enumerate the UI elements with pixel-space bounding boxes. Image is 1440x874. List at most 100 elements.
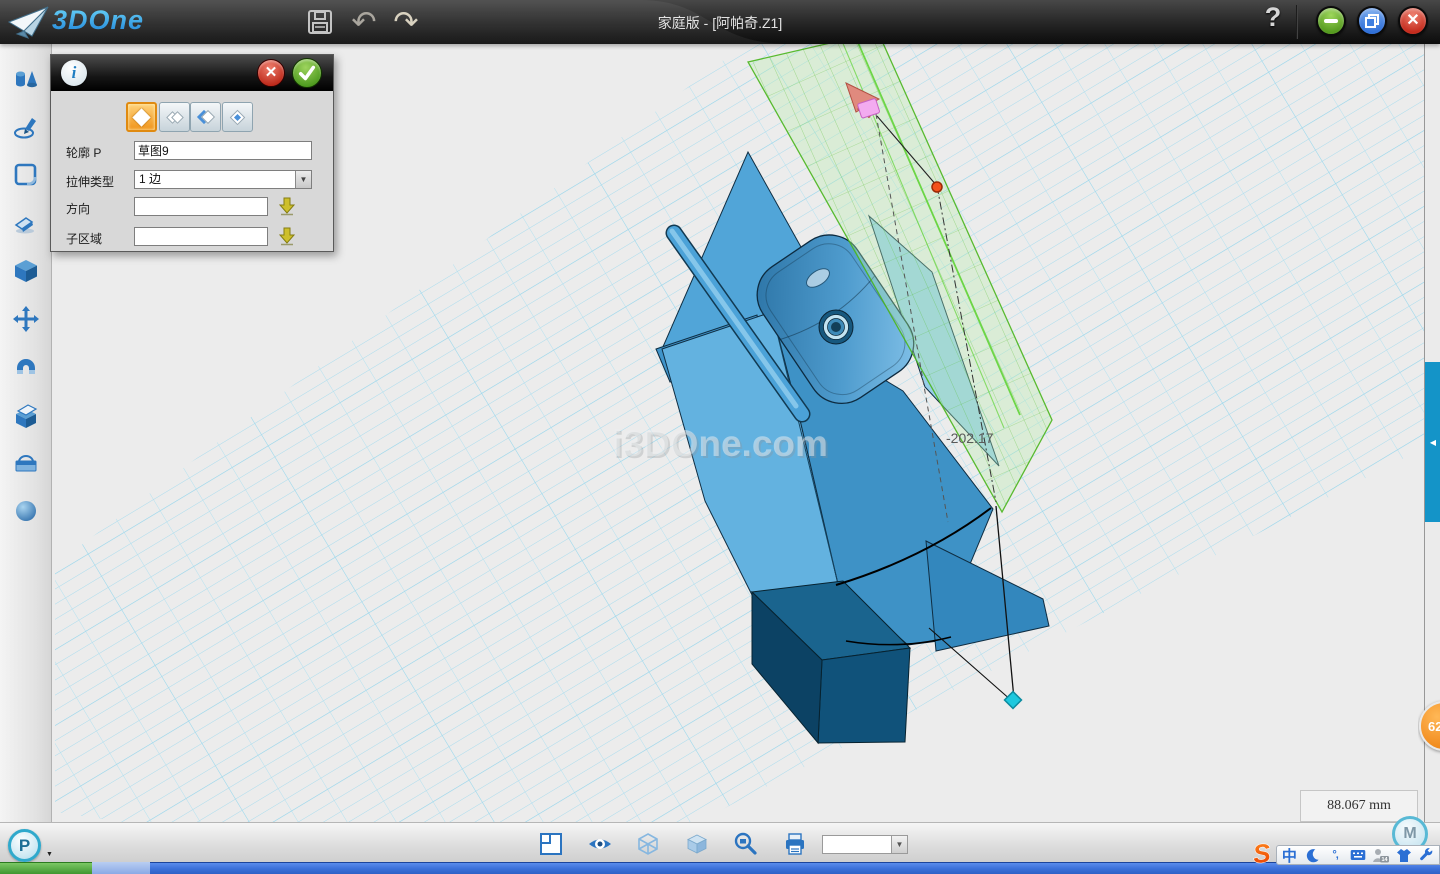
- quick-menu-caret-icon[interactable]: ▼: [46, 851, 53, 858]
- minimize-button[interactable]: [1316, 6, 1346, 36]
- sidebar-tool-render[interactable]: [12, 497, 40, 525]
- profile-label: 轮廓 P: [66, 144, 101, 161]
- user-icon: 14: [1372, 848, 1389, 863]
- anchor-point-marker[interactable]: [932, 182, 942, 192]
- sphere-icon: [12, 497, 40, 525]
- diamond-solid-icon: [132, 108, 150, 126]
- zoom-view-button[interactable]: [733, 831, 761, 859]
- sidebar-tool-sketch[interactable]: [12, 113, 40, 141]
- profile-input[interactable]: [134, 141, 312, 160]
- tool-sidebar: [0, 44, 52, 822]
- section-box-icon: [12, 449, 40, 477]
- shirt-icon: [1396, 848, 1412, 863]
- view-preset-combobox[interactable]: ▼: [822, 835, 908, 854]
- direction-label: 方向: [66, 200, 90, 217]
- sidebar-tool-primitives[interactable]: [12, 65, 40, 93]
- chevron-left-icon: ◀: [1430, 438, 1436, 447]
- confirm-button[interactable]: [292, 58, 322, 88]
- extrude-dialog: i ✕ 轮廓 P 拉伸类型 1 边 ▼ 方向 子区域: [50, 54, 334, 252]
- endpoint-diamond-marker[interactable]: [1005, 692, 1022, 709]
- sidebar-tool-special-edit[interactable]: [12, 209, 40, 237]
- cancel-button[interactable]: ✕: [257, 59, 285, 87]
- quick-menu-p-button[interactable]: P: [8, 829, 41, 862]
- redo-icon: ↷: [393, 5, 418, 40]
- ime-softkeyboard-button[interactable]: [1349, 847, 1366, 864]
- extrude-type-value: 1 边: [139, 172, 161, 186]
- ime-brand-logo[interactable]: S: [1250, 838, 1280, 868]
- restore-icon: [1365, 14, 1379, 28]
- title-bar: 3DOne ↶ ↷ 家庭版 - [阿帕奇.Z1] ? ✕: [0, 0, 1440, 44]
- ime-panel: 中 °, 14: [1276, 845, 1440, 865]
- close-icon: ✕: [1406, 13, 1419, 29]
- undo-icon: ↶: [351, 5, 376, 40]
- ime-language-button[interactable]: 中: [1281, 847, 1298, 864]
- taskbar-green-segment[interactable]: [0, 862, 92, 874]
- visibility-button[interactable]: [587, 831, 615, 859]
- sidebar-tool-section[interactable]: [12, 449, 40, 477]
- sidebar-tool-move[interactable]: [12, 305, 40, 333]
- profile-mode-point-button[interactable]: [222, 102, 253, 132]
- app-name: 3DOne: [52, 5, 144, 36]
- cancel-x-icon: ✕: [265, 64, 278, 81]
- help-button[interactable]: ?: [1256, 2, 1290, 33]
- sidebar-tool-combine[interactable]: [12, 401, 40, 429]
- notification-badge-clip: 62: [1418, 699, 1440, 755]
- sketch-plane-icon: [12, 161, 40, 189]
- print-button[interactable]: [782, 831, 810, 859]
- dialog-header[interactable]: i ✕: [51, 55, 333, 91]
- ucs-plane-icon: [538, 831, 564, 857]
- save-button[interactable]: [304, 6, 336, 38]
- profile-mode-multi-button[interactable]: [159, 102, 190, 132]
- printer-icon: [782, 831, 808, 857]
- view-toolbar: P ▼: [0, 822, 1440, 862]
- info-icon: i: [61, 60, 87, 86]
- subregion-pick-icon[interactable]: [277, 226, 297, 246]
- wireframe-display-button[interactable]: [635, 831, 663, 859]
- shaded-display-button[interactable]: [684, 831, 712, 859]
- sidebar-tool-assembly[interactable]: [12, 353, 40, 381]
- direction-input[interactable]: [134, 197, 268, 216]
- app-logo-icon: [8, 6, 50, 40]
- cube-icon: [12, 257, 40, 285]
- zoom-magnifier-icon: [733, 831, 759, 857]
- panel-expand-tab[interactable]: ◀: [1425, 362, 1440, 522]
- eye-icon: [587, 831, 613, 857]
- notification-badge[interactable]: 62: [1419, 701, 1440, 751]
- ucs-view-button[interactable]: [538, 831, 566, 859]
- watermark: i3DOne.com: [612, 423, 828, 464]
- document-title: 家庭版 - [阿帕奇.Z1]: [658, 13, 782, 33]
- ime-toolbar: 中 °, 14: [1250, 840, 1440, 866]
- combo-arrow-icon[interactable]: ▼: [295, 171, 311, 188]
- magnet-icon: [12, 353, 40, 381]
- sidebar-tool-edit-sketch[interactable]: [12, 161, 40, 189]
- combo-arrow-icon[interactable]: ▼: [891, 836, 907, 853]
- subregion-input[interactable]: [134, 227, 268, 246]
- ime-skin-button[interactable]: [1395, 847, 1412, 864]
- move-arrows-icon: [12, 305, 40, 333]
- primitives-icon: [12, 65, 40, 93]
- extrude-type-select[interactable]: 1 边 ▼: [134, 170, 312, 189]
- ime-fullwidth-button[interactable]: [1304, 847, 1321, 864]
- ime-punctuation-button[interactable]: °,: [1327, 847, 1344, 864]
- combine-cube-icon: [12, 401, 40, 429]
- close-button[interactable]: ✕: [1398, 6, 1428, 36]
- measurement-readout: 88.067 mm: [1300, 790, 1418, 822]
- maximize-button[interactable]: [1357, 6, 1387, 36]
- direction-pick-icon[interactable]: [277, 196, 297, 216]
- redo-button[interactable]: ↷: [390, 6, 422, 38]
- moon-icon: [1305, 848, 1320, 863]
- subregion-label: 子区域: [66, 230, 102, 247]
- taskbar-blue-segment[interactable]: [150, 862, 1440, 874]
- profile-mode-region-button[interactable]: [190, 102, 221, 132]
- profile-mode-single-button[interactable]: [126, 102, 157, 132]
- sidebar-tool-features[interactable]: [12, 257, 40, 285]
- taskbar-quicklaunch-segment[interactable]: [92, 862, 150, 874]
- eraser-icon: [12, 209, 40, 237]
- undo-button[interactable]: ↶: [348, 6, 380, 38]
- minimize-icon: [1324, 19, 1338, 23]
- ime-settings-button[interactable]: [1418, 847, 1435, 864]
- extrude-type-label: 拉伸类型: [66, 173, 114, 190]
- user-badge: 14: [1382, 857, 1389, 863]
- shaded-cube-icon: [684, 831, 710, 857]
- ime-account-button[interactable]: 14: [1372, 847, 1389, 864]
